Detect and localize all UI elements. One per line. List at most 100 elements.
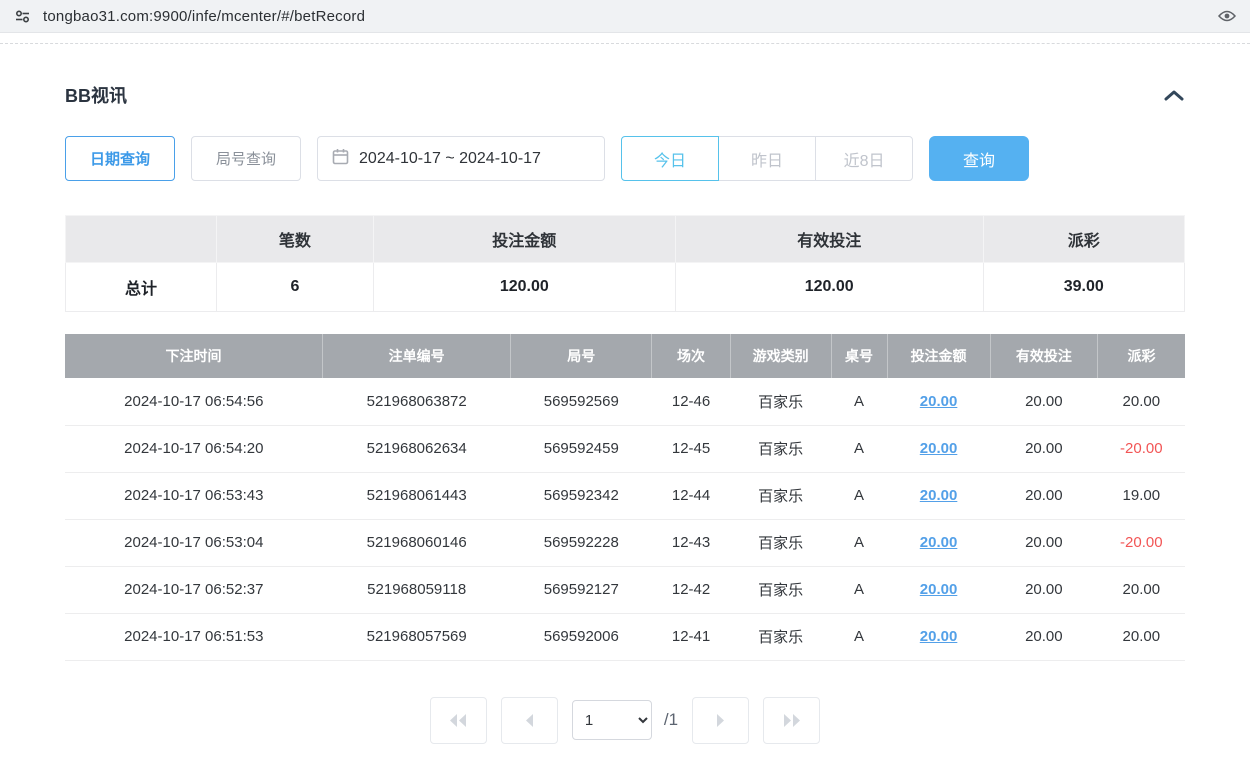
table-no-cell: A <box>831 519 887 566</box>
order-id-cell: 521968063872 <box>323 378 511 425</box>
summary-header-row: 笔数 投注金额 有效投注 派彩 <box>66 216 1185 263</box>
date-range-input[interactable]: 2024-10-17 ~ 2024-10-17 <box>317 136 605 181</box>
summary-bet-amount-value: 120.00 <box>373 263 675 312</box>
session-cell: 12-44 <box>652 472 730 519</box>
double-left-arrow-icon <box>447 713 469 728</box>
table-no-cell: A <box>831 425 887 472</box>
table-row: 2024-10-17 06:51:53 521968057569 5695920… <box>65 613 1185 660</box>
double-right-arrow-icon <box>781 713 803 728</box>
yesterday-button[interactable]: 昨日 <box>718 136 816 181</box>
game-type-cell: 百家乐 <box>730 378 831 425</box>
page-title: BB视讯 <box>65 82 127 108</box>
payout-cell: 20.00 <box>1098 613 1185 660</box>
bet-amount-link[interactable]: 20.00 <box>887 519 990 566</box>
bet-time-cell: 2024-10-17 06:53:04 <box>65 519 323 566</box>
round-query-button[interactable]: 局号查询 <box>191 136 301 181</box>
summary-total-label: 总计 <box>66 263 217 312</box>
header-table-no: 桌号 <box>831 334 887 378</box>
header-bet-time: 下注时间 <box>65 334 323 378</box>
table-row: 2024-10-17 06:53:43 521968061443 5695923… <box>65 472 1185 519</box>
payout-cell: -20.00 <box>1098 519 1185 566</box>
filter-toolbar: 日期查询 局号查询 2024-10-17 ~ 2024-10-17 今日 昨日 … <box>65 136 1185 181</box>
pagination: 1 /1 <box>65 697 1185 744</box>
summary-header-blank <box>66 216 217 263</box>
order-id-cell: 521968062634 <box>323 425 511 472</box>
summary-valid-bet-value: 120.00 <box>675 263 983 312</box>
header-valid-bet: 有效投注 <box>990 334 1098 378</box>
summary-header-payout: 派彩 <box>983 216 1184 263</box>
bet-time-cell: 2024-10-17 06:54:56 <box>65 378 323 425</box>
last-page-button[interactable] <box>763 697 820 744</box>
bet-amount-link[interactable]: 20.00 <box>887 378 990 425</box>
round-id-cell: 569592342 <box>511 472 652 519</box>
bet-time-cell: 2024-10-17 06:54:20 <box>65 425 323 472</box>
search-button[interactable]: 查询 <box>929 136 1029 181</box>
header-session: 场次 <box>652 334 730 378</box>
page-select[interactable]: 1 <box>572 700 652 740</box>
round-id-cell: 569592459 <box>511 425 652 472</box>
table-no-cell: A <box>831 378 887 425</box>
bet-amount-link[interactable]: 20.00 <box>887 566 990 613</box>
order-id-cell: 521968057569 <box>323 613 511 660</box>
table-row: 2024-10-17 06:54:20 521968062634 5695924… <box>65 425 1185 472</box>
bet-time-cell: 2024-10-17 06:53:43 <box>65 472 323 519</box>
order-id-cell: 521968059118 <box>323 566 511 613</box>
round-id-cell: 569592569 <box>511 378 652 425</box>
bet-amount-link[interactable]: 20.00 <box>887 425 990 472</box>
next-page-button[interactable] <box>692 697 749 744</box>
quick-range-group: 今日 昨日 近8日 <box>621 136 913 181</box>
session-cell: 12-42 <box>652 566 730 613</box>
valid-bet-cell: 20.00 <box>990 378 1098 425</box>
site-settings-icon[interactable] <box>14 8 31 25</box>
prev-page-button[interactable] <box>501 697 558 744</box>
session-cell: 12-46 <box>652 378 730 425</box>
round-id-cell: 569592127 <box>511 566 652 613</box>
table-row: 2024-10-17 06:53:04 521968060146 5695922… <box>65 519 1185 566</box>
payout-cell: 20.00 <box>1098 378 1185 425</box>
order-id-cell: 521968061443 <box>323 472 511 519</box>
table-no-cell: A <box>831 472 887 519</box>
bet-record-page: BB视讯 日期查询 局号查询 2024-10-17 ~ 2024-10-17 今… <box>0 82 1250 774</box>
game-type-cell: 百家乐 <box>730 566 831 613</box>
round-id-cell: 569592228 <box>511 519 652 566</box>
table-row: 2024-10-17 06:52:37 521968059118 5695921… <box>65 566 1185 613</box>
order-id-cell: 521968060146 <box>323 519 511 566</box>
bet-amount-link[interactable]: 20.00 <box>887 613 990 660</box>
collapse-chevron-icon[interactable] <box>1163 89 1185 101</box>
valid-bet-cell: 20.00 <box>990 519 1098 566</box>
summary-count-value: 6 <box>217 263 374 312</box>
bet-amount-link[interactable]: 20.00 <box>887 472 990 519</box>
records-header-row: 下注时间 注单编号 局号 场次 游戏类别 桌号 投注金额 有效投注 派彩 <box>65 334 1185 378</box>
valid-bet-cell: 20.00 <box>990 472 1098 519</box>
right-arrow-icon <box>715 713 727 728</box>
header-bet-amount: 投注金额 <box>887 334 990 378</box>
payout-cell: 19.00 <box>1098 472 1185 519</box>
browser-address-bar[interactable]: tongbao31.com:9900/infe/mcenter/#/betRec… <box>0 0 1250 33</box>
date-range-value: 2024-10-17 ~ 2024-10-17 <box>359 150 541 168</box>
page-total: /1 <box>664 710 678 730</box>
date-query-button[interactable]: 日期查询 <box>65 136 175 181</box>
header-payout: 派彩 <box>1098 334 1185 378</box>
game-type-cell: 百家乐 <box>730 472 831 519</box>
summary-total-row: 总计 6 120.00 120.00 39.00 <box>66 263 1185 312</box>
summary-table: 笔数 投注金额 有效投注 派彩 总计 6 120.00 120.00 39.00 <box>65 215 1185 312</box>
header-order-id: 注单编号 <box>323 334 511 378</box>
last-8-days-button[interactable]: 近8日 <box>815 136 913 181</box>
table-no-cell: A <box>831 566 887 613</box>
separator <box>0 43 1250 44</box>
summary-header-valid-bet: 有效投注 <box>675 216 983 263</box>
session-cell: 12-43 <box>652 519 730 566</box>
header-round-id: 局号 <box>511 334 652 378</box>
eye-icon[interactable] <box>1218 9 1236 23</box>
valid-bet-cell: 20.00 <box>990 566 1098 613</box>
today-button[interactable]: 今日 <box>621 136 719 181</box>
session-cell: 12-41 <box>652 613 730 660</box>
table-no-cell: A <box>831 613 887 660</box>
bet-time-cell: 2024-10-17 06:51:53 <box>65 613 323 660</box>
url-text[interactable]: tongbao31.com:9900/infe/mcenter/#/betRec… <box>43 8 1206 25</box>
session-cell: 12-45 <box>652 425 730 472</box>
payout-cell: -20.00 <box>1098 425 1185 472</box>
first-page-button[interactable] <box>430 697 487 744</box>
calendar-icon <box>332 148 349 170</box>
game-type-cell: 百家乐 <box>730 519 831 566</box>
